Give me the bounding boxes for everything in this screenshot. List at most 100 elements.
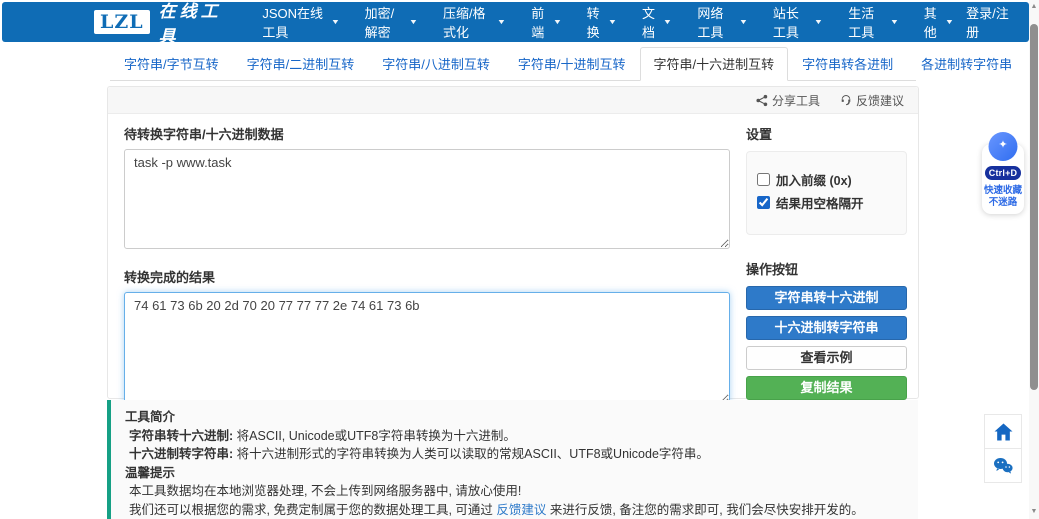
tab-string-hex[interactable]: 字符串/十六进制互转 <box>640 47 789 81</box>
nav-menu-network-tools[interactable]: 网络工具 ▼ <box>684 2 759 42</box>
space-separator-checkbox[interactable] <box>757 196 770 209</box>
copy-result-button[interactable]: 复制结果 <box>746 376 907 400</box>
nav-menu-label: 生活工具 <box>848 3 886 41</box>
chevron-down-icon: ▼ <box>739 19 748 26</box>
tips-title: 温馨提示 <box>125 464 904 483</box>
tab-string-decimal[interactable]: 字符串/十进制互转 <box>504 47 640 81</box>
nav-menu-webmaster-tools[interactable]: 站长工具▼ <box>760 2 835 42</box>
feedback-label: 反馈建议 <box>856 92 904 109</box>
nav-menu-document[interactable]: 文档 ▼ <box>629 2 684 42</box>
settings-title: 设置 <box>746 124 907 143</box>
nav-menu-label: 压缩/格式化 <box>443 3 493 41</box>
nav-menu-convert[interactable]: 转换 ▼ <box>574 2 629 42</box>
panel-body: 待转换字符串/十六进制数据 task -p www.task 转换完成的结果 7… <box>108 114 918 399</box>
login-register-link[interactable]: 登录/注册 <box>966 3 1013 41</box>
wechat-icon <box>993 457 1013 474</box>
nav-menu-json-tools[interactable]: JSON在线工具 ▼ <box>249 2 351 42</box>
space-separator-label: 结果用空格隔开 <box>776 193 864 212</box>
intro-line-1-text: 将ASCII, Unicode或UTF8字符串转换为十六进制。 <box>233 429 516 443</box>
intro-line-2-term: 十六进制转字符串: <box>129 447 233 461</box>
chevron-down-icon: ▼ <box>945 19 954 26</box>
tab-bases-to-string[interactable]: 各进制转字符串 <box>907 47 1026 81</box>
share-tool-button[interactable]: 分享工具 <box>756 92 820 109</box>
scrollbar[interactable]: ▲ ▼ <box>1029 0 1039 519</box>
intro-line-2-text: 将十六进制形式的字符串转换为人类可以读取的常规ASCII、UTF8或Unicod… <box>233 447 709 461</box>
feedback-link[interactable]: 反馈建议 <box>496 503 546 517</box>
nav-menu-label: 站长工具 <box>773 3 811 41</box>
intro-line-2: 十六进制转字符串: 将十六进制形式的字符串转换为人类可以读取的常规ASCII、U… <box>125 445 904 464</box>
home-icon <box>994 423 1013 441</box>
tip-line-2-pre: 我们还可以根据您的需求, 免费定制属于您的数据处理工具, 可通过 <box>129 503 496 517</box>
chevron-down-icon: ▼ <box>497 19 506 26</box>
chevron-down-icon: ▼ <box>814 19 823 26</box>
nav-menu-compress-format[interactable]: 压缩/格式化 ▼ <box>430 2 518 42</box>
favorite-hint-line2: 不迷路 <box>983 197 1023 209</box>
nav-menu-label: 转换 <box>587 3 604 41</box>
conversion-form: 待转换字符串/十六进制数据 task -p www.task 转换完成的结果 7… <box>124 120 730 409</box>
site-logo[interactable]: LZL <box>94 10 150 34</box>
scrollbar-thumb[interactable] <box>1030 24 1038 390</box>
home-button[interactable] <box>984 414 1022 449</box>
chevron-down-icon: ▼ <box>409 19 418 26</box>
nav-menu-label: 网络工具 <box>697 3 735 41</box>
tab-string-byte[interactable]: 字符串/字节互转 <box>110 47 233 81</box>
nav-menu-frontend[interactable]: 前端 ▼ <box>518 2 573 42</box>
nav-menu-label: JSON在线工具 <box>262 3 326 41</box>
nav-menu: JSON在线工具 ▼ 加密/解密 ▼ 压缩/格式化 ▼ 前端 ▼ 转换 ▼ 文档 ▼ 网络工… <box>249 2 966 42</box>
page: LZL 在线工具 JSON在线工具 ▼ 加密/解密 ▼ 压缩/格式化 ▼ 前端 ▼ 转换… <box>0 0 1039 519</box>
chevron-down-icon: ▼ <box>890 19 899 26</box>
feedback-button[interactable]: 反馈建议 <box>840 92 904 109</box>
nav-menu-label: 其他 <box>924 3 941 41</box>
ctrl-d-shortcut: Ctrl+D <box>985 166 1021 180</box>
intro-line-1: 字符串转十六进制: 将ASCII, Unicode或UTF8字符串转换为十六进制… <box>125 427 904 446</box>
share-icon <box>756 94 768 107</box>
nav-menu-encrypt-decrypt[interactable]: 加密/解密 ▼ <box>352 2 430 42</box>
nav-menu-other[interactable]: 其他 ▼ <box>911 2 966 42</box>
chevron-down-icon: ▼ <box>608 19 617 26</box>
settings-box: 加入前缀 (0x) 结果用空格隔开 <box>746 151 907 235</box>
options-column: 设置 加入前缀 (0x) 结果用空格隔开 操作按钮 字符串转十六进制 十六进制转… <box>746 120 907 436</box>
tab-string-octal[interactable]: 字符串/八进制互转 <box>368 47 504 81</box>
tab-string-binary[interactable]: 字符串/二进制互转 <box>233 47 369 81</box>
wechat-button[interactable] <box>984 448 1022 483</box>
source-textarea[interactable]: task -p www.task <box>124 149 730 249</box>
view-example-button[interactable]: 查看示例 <box>746 346 907 370</box>
top-navbar: LZL 在线工具 JSON在线工具▼ 加密/解密▼ 压缩/格式化▼ 前端▼ 转换… <box>2 2 1029 42</box>
chevron-down-icon: ▼ <box>552 19 561 26</box>
panel-header: 分享工具 反馈建议 <box>108 87 918 114</box>
nav-menu-label: 加密/解密 <box>365 3 405 41</box>
tool-tabs: 字符串/字节互转 字符串/二进制互转 字符串/八进制互转 字符串/十进制互转 字… <box>110 47 916 81</box>
scrollbar-up-arrow[interactable]: ▲ <box>1029 1 1039 13</box>
favorite-hint: 快速收藏 不迷路 <box>983 185 1023 208</box>
tip-line-2-post: 来进行反馈, 备注您的需求即可, 我们会尽快安排开发的。 <box>546 503 863 517</box>
quick-buttons <box>984 414 1022 483</box>
tab-string-to-bases[interactable]: 字符串转各进制 <box>788 47 907 81</box>
scrollbar-down-arrow[interactable]: ▼ <box>1029 506 1039 518</box>
intro-title: 工具简介 <box>125 408 904 427</box>
tool-panel: 分享工具 反馈建议 待转换字符串/十六进制数据 task -p www.task… <box>107 86 919 399</box>
nav-menu-life-tools[interactable]: 生活工具 ▼ <box>835 2 910 42</box>
chevron-down-icon: ▼ <box>331 19 340 26</box>
result-textarea[interactable]: 74 61 73 6b 20 2d 70 20 77 77 77 2e 74 6… <box>124 292 730 404</box>
tool-intro-section: 工具简介 字符串转十六进制: 将ASCII, Unicode或UTF8字符串转换… <box>107 400 918 519</box>
favorite-card: ✦ Ctrl+D 快速收藏 不迷路 <box>982 144 1024 214</box>
space-separator-option[interactable]: 结果用空格隔开 <box>757 193 896 212</box>
stars-icon: ✦ <box>989 132 1018 161</box>
favorite-badge[interactable]: ✦ Ctrl+D 快速收藏 不迷路 <box>982 133 1024 214</box>
tip-line-1: 本工具数据均在本地浏览器处理, 不会上传到网络服务器中, 请放心使用! <box>125 482 904 501</box>
nav-menu-label: 前端 <box>531 3 548 41</box>
chevron-down-icon: ▼ <box>663 19 672 26</box>
intro-line-1-term: 字符串转十六进制: <box>129 429 233 443</box>
site-brand: 在线工具 <box>159 0 230 47</box>
prefix-0x-checkbox[interactable] <box>757 173 770 186</box>
tip-line-2: 我们还可以根据您的需求, 免费定制属于您的数据处理工具, 可通过 反馈建议 来进… <box>125 501 904 519</box>
hex-to-string-button[interactable]: 十六进制转字符串 <box>746 316 907 340</box>
headset-icon <box>840 94 852 106</box>
output-label: 转换完成的结果 <box>124 267 730 286</box>
actions-title: 操作按钮 <box>746 259 907 278</box>
share-tool-label: 分享工具 <box>772 92 820 109</box>
string-to-hex-button[interactable]: 字符串转十六进制 <box>746 286 907 310</box>
nav-menu-label: 文档 <box>642 3 659 41</box>
prefix-0x-option[interactable]: 加入前缀 (0x) <box>757 170 896 189</box>
favorite-hint-line1: 快速收藏 <box>983 185 1023 197</box>
